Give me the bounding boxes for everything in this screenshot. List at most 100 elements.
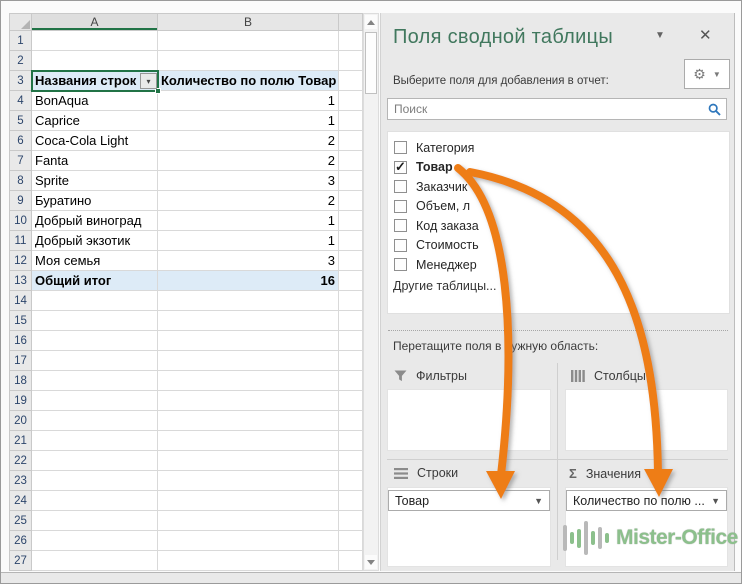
field-item-6[interactable]: Стоимость xyxy=(394,236,729,256)
columns-drop-area[interactable] xyxy=(565,389,728,451)
column-header-B[interactable]: B xyxy=(158,13,339,31)
cell-B2[interactable] xyxy=(158,51,339,71)
cell-A8[interactable]: Sprite xyxy=(32,171,158,191)
cell-A9[interactable]: Буратино xyxy=(32,191,158,211)
row-header-1[interactable]: 1 xyxy=(9,31,32,51)
cell-C18[interactable] xyxy=(339,371,363,391)
cell-A16[interactable] xyxy=(32,331,158,351)
cell-A19[interactable] xyxy=(32,391,158,411)
checkbox-icon[interactable] xyxy=(394,219,407,233)
cell-C14[interactable] xyxy=(339,291,363,311)
cell-A6[interactable]: Coca-Cola Light xyxy=(32,131,158,151)
cell-B3[interactable]: Количество по полю Товар xyxy=(158,71,339,91)
cell-A13[interactable]: Общий итог xyxy=(32,271,158,291)
row-header-27[interactable]: 27 xyxy=(9,551,32,571)
scrollbar-thumb[interactable] xyxy=(365,32,377,94)
cell-C10[interactable] xyxy=(339,211,363,231)
cell-C24[interactable] xyxy=(339,491,363,511)
scroll-down-button[interactable] xyxy=(365,555,377,569)
cell-A20[interactable] xyxy=(32,411,158,431)
cell-C27[interactable] xyxy=(339,551,363,571)
cell-A24[interactable] xyxy=(32,491,158,511)
row-header-8[interactable]: 8 xyxy=(9,171,32,191)
cell-C13[interactable] xyxy=(339,271,363,291)
cell-A11[interactable]: Добрый экзотик xyxy=(32,231,158,251)
cell-B4[interactable]: 1 xyxy=(158,91,339,111)
cell-C16[interactable] xyxy=(339,331,363,351)
row-header-11[interactable]: 11 xyxy=(9,231,32,251)
checkbox-icon[interactable] xyxy=(394,258,407,272)
cell-B18[interactable] xyxy=(158,371,339,391)
cell-C8[interactable] xyxy=(339,171,363,191)
values-field-dropdown[interactable]: Количество по полю ... ▼ xyxy=(566,490,727,511)
cell-A12[interactable]: Моя семья xyxy=(32,251,158,271)
more-tables-link[interactable]: Другие таблицы... xyxy=(393,279,496,293)
cell-B7[interactable]: 2 xyxy=(158,151,339,171)
cell-A15[interactable] xyxy=(32,311,158,331)
filters-drop-area[interactable] xyxy=(387,389,551,451)
cell-B10[interactable]: 1 xyxy=(158,211,339,231)
row-header-19[interactable]: 19 xyxy=(9,391,32,411)
row-header-21[interactable]: 21 xyxy=(9,431,32,451)
row-header-20[interactable]: 20 xyxy=(9,411,32,431)
row-header-23[interactable]: 23 xyxy=(9,471,32,491)
cell-C3[interactable] xyxy=(339,71,363,91)
row-header-14[interactable]: 14 xyxy=(9,291,32,311)
row-header-2[interactable]: 2 xyxy=(9,51,32,71)
cell-C23[interactable] xyxy=(339,471,363,491)
field-item-5[interactable]: Код заказа xyxy=(394,216,729,236)
cell-A2[interactable] xyxy=(32,51,158,71)
cell-C4[interactable] xyxy=(339,91,363,111)
cell-B16[interactable] xyxy=(158,331,339,351)
cell-C2[interactable] xyxy=(339,51,363,71)
cell-A27[interactable] xyxy=(32,551,158,571)
row-header-4[interactable]: 4 xyxy=(9,91,32,111)
select-all-corner[interactable] xyxy=(9,13,32,31)
cell-A14[interactable] xyxy=(32,291,158,311)
pane-close-icon[interactable]: ✕ xyxy=(699,26,712,44)
cell-A17[interactable] xyxy=(32,351,158,371)
vertical-scrollbar[interactable] xyxy=(363,13,379,571)
cell-C6[interactable] xyxy=(339,131,363,151)
cell-B26[interactable] xyxy=(158,531,339,551)
cell-A23[interactable] xyxy=(32,471,158,491)
rows-drop-area[interactable]: Товар ▼ xyxy=(387,487,551,567)
cell-B27[interactable] xyxy=(158,551,339,571)
field-item-3[interactable]: Заказчик xyxy=(394,177,729,197)
cell-B12[interactable]: 3 xyxy=(158,251,339,271)
cell-B15[interactable] xyxy=(158,311,339,331)
cell-A4[interactable]: BonAqua xyxy=(32,91,158,111)
cell-C26[interactable] xyxy=(339,531,363,551)
row-header-7[interactable]: 7 xyxy=(9,151,32,171)
column-header-partial[interactable] xyxy=(339,13,363,31)
checkbox-icon[interactable] xyxy=(394,141,407,155)
cell-A26[interactable] xyxy=(32,531,158,551)
cell-B11[interactable]: 1 xyxy=(158,231,339,251)
cell-B5[interactable]: 1 xyxy=(158,111,339,131)
row-header-10[interactable]: 10 xyxy=(9,211,32,231)
field-item-7[interactable]: Менеджер xyxy=(394,255,729,275)
row-header-16[interactable]: 16 xyxy=(9,331,32,351)
row-header-17[interactable]: 17 xyxy=(9,351,32,371)
cell-A22[interactable] xyxy=(32,451,158,471)
row-header-22[interactable]: 22 xyxy=(9,451,32,471)
checkbox-checked-icon[interactable] xyxy=(394,159,407,175)
tools-button[interactable]: ⚙ ▼ xyxy=(684,59,730,89)
row-header-5[interactable]: 5 xyxy=(9,111,32,131)
row-header-3[interactable]: 3 xyxy=(9,71,32,91)
cell-C21[interactable] xyxy=(339,431,363,451)
cell-B23[interactable] xyxy=(158,471,339,491)
cell-C25[interactable] xyxy=(339,511,363,531)
row-header-12[interactable]: 12 xyxy=(9,251,32,271)
cell-C5[interactable] xyxy=(339,111,363,131)
cell-A21[interactable] xyxy=(32,431,158,451)
cell-B20[interactable] xyxy=(158,411,339,431)
cell-A10[interactable]: Добрый виноград xyxy=(32,211,158,231)
field-item-1[interactable]: Категория xyxy=(394,138,729,158)
row-header-15[interactable]: 15 xyxy=(9,311,32,331)
row-header-25[interactable]: 25 xyxy=(9,511,32,531)
cell-A5[interactable]: Caprice xyxy=(32,111,158,131)
row-header-18[interactable]: 18 xyxy=(9,371,32,391)
cell-B21[interactable] xyxy=(158,431,339,451)
row-header-13[interactable]: 13 xyxy=(9,271,32,291)
